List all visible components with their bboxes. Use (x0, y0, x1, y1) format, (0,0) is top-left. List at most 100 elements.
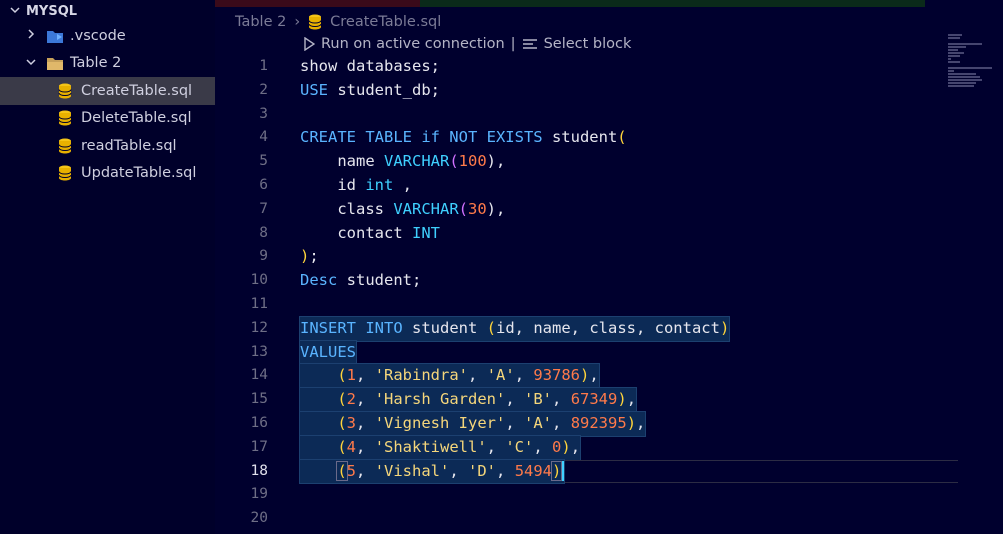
minimap-line (948, 79, 982, 81)
code-line[interactable]: 10 Desc student; (230, 269, 950, 293)
code-line[interactable]: 20 (230, 507, 950, 531)
code-token: 'Rabindra' (374, 366, 469, 385)
minimap-line (948, 61, 960, 63)
code-token: 5494 (514, 461, 553, 480)
minimap-line (948, 37, 960, 39)
code-token: name (300, 152, 384, 171)
code-token: , (356, 390, 375, 409)
code-line[interactable]: 11 (230, 293, 950, 317)
code-token: ), (486, 152, 506, 171)
code-token: ; (309, 247, 319, 266)
tree-item-vscode[interactable]: .vscode (0, 22, 215, 50)
code-token: VARCHAR (384, 152, 450, 171)
code-line[interactable]: 3 (230, 103, 950, 127)
line-number: 20 (250, 510, 268, 527)
tree-item-readtable-sql[interactable]: readTable.sql (0, 132, 215, 160)
code-token: ) (617, 390, 627, 409)
code-token: , (356, 413, 375, 432)
code-token: ) (580, 366, 590, 385)
code-token: ) (719, 318, 730, 337)
play-icon[interactable] (303, 37, 315, 51)
tree-item-createtable-sql[interactable]: CreateTable.sql (0, 77, 215, 105)
line-number: 13 (250, 343, 268, 360)
run-on-active-connection-link[interactable]: Run on active connection (321, 36, 505, 52)
code-line[interactable]: 6 id int , (230, 174, 950, 198)
code-token: 0 (552, 437, 562, 456)
code-token: ( (486, 318, 496, 337)
code-line[interactable]: 14 (1, 'Rabindra', 'A', 93786), (230, 363, 950, 390)
line-number: 16 (250, 414, 268, 431)
code-token: show databases; (300, 57, 440, 75)
code-token: 2 (346, 390, 357, 409)
database-icon (58, 138, 72, 154)
code-token: 'C' (505, 437, 534, 456)
minimap[interactable] (948, 34, 998, 88)
tree-item-updatetable-sql[interactable]: UpdateTable.sql (0, 160, 215, 188)
code-line[interactable]: 16 (3, 'Vignesh Iyer', 'A', 892395), (230, 410, 950, 437)
code-token: , (589, 366, 599, 385)
line-number: 19 (250, 486, 268, 503)
code-token: ) (300, 247, 310, 266)
chevron-right-icon (24, 28, 38, 43)
line-number: 10 (250, 272, 268, 289)
code-token: id, name, class, contact (496, 318, 720, 337)
line-number: 3 (259, 105, 268, 122)
code-line[interactable]: 19 (230, 483, 950, 507)
line-number: 12 (250, 319, 268, 336)
chevron-down-icon (24, 56, 38, 71)
code-token: , (449, 461, 469, 480)
vscode-folder-icon (46, 28, 64, 44)
line-number: 2 (259, 81, 268, 98)
code-token: 'Vishal' (374, 461, 450, 480)
code-token: student; (337, 271, 422, 290)
code-token: , (356, 366, 375, 385)
code-token: , (514, 366, 534, 385)
code-line[interactable]: 9); (230, 245, 950, 269)
code-line[interactable]: 7 class VARCHAR(30), (230, 198, 950, 222)
code-token: 5 (346, 461, 357, 480)
code-token: 'Shaktiwell' (374, 437, 487, 456)
breadcrumb-file[interactable]: CreateTable.sql (330, 14, 441, 30)
select-lines-icon[interactable] (522, 38, 538, 50)
code-token: ) (626, 413, 637, 432)
code-line[interactable]: 15 (2, 'Harsh Garden', 'B', 67349), (230, 387, 950, 413)
chevron-down-icon (8, 4, 22, 19)
line-number: 4 (259, 129, 268, 146)
code-token: ) (561, 437, 571, 456)
tree-item-table-2[interactable]: Table 2 (0, 50, 215, 78)
code-token: , (626, 390, 637, 409)
code-token: , (533, 437, 553, 456)
code-token: ( (449, 152, 459, 171)
code-line[interactable]: 12 INSERT INTO student (id, name, class, … (230, 315, 950, 342)
code-token: ( (458, 199, 468, 218)
top-accent-strip-red (215, 0, 420, 7)
minimap-line (948, 85, 974, 87)
code-token: ( (337, 390, 347, 409)
top-accent-strip-green (420, 0, 925, 7)
code-token: 'B' (524, 390, 553, 409)
code-token: , (570, 437, 581, 456)
code-token: USE (300, 80, 328, 99)
code-editor[interactable]: 1 show databases; 2 USE student_db; 3 4 CRE… (230, 55, 958, 531)
line-number: 15 (250, 391, 268, 408)
explorer-section-header[interactable]: MYSQL (0, 0, 215, 22)
tree-item-deletetable-sql[interactable]: DeleteTable.sql (0, 105, 215, 133)
code-token: id (300, 175, 366, 194)
code-line-active[interactable]: 18 (5, 'Vishal', 'D', 5494) (230, 458, 958, 485)
code-line[interactable]: 5 name VARCHAR(100), (230, 150, 950, 174)
code-line[interactable]: 13 VALUES (230, 339, 950, 366)
code-line[interactable]: 17 (4, 'Shaktiwell', 'C', 0), (230, 434, 950, 461)
minimap-line (948, 73, 976, 75)
code-token: class (300, 199, 394, 218)
code-token: student_db; (328, 80, 440, 99)
code-line[interactable]: 8 contact INT (230, 222, 950, 246)
code-line[interactable]: 4 CREATE TABLE if NOT EXISTS student( (230, 126, 950, 150)
line-number: 18 (250, 462, 268, 479)
breadcrumb-folder[interactable]: Table 2 (235, 14, 286, 30)
database-icon (58, 110, 72, 126)
line-number: 7 (259, 200, 268, 217)
code-line[interactable]: 1 show databases; (230, 55, 950, 79)
select-block-link[interactable]: Select block (544, 36, 632, 52)
code-line[interactable]: 2 USE student_db; (230, 79, 950, 103)
